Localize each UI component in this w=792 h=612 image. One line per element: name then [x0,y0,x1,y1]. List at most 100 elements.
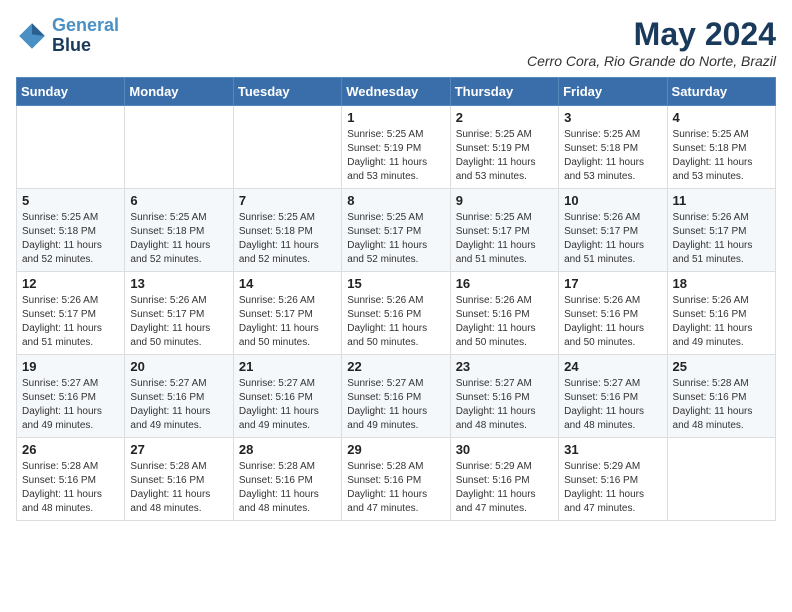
day-number: 25 [673,359,770,374]
cell-info: Sunrise: 5:25 AMSunset: 5:18 PMDaylight:… [673,128,770,184]
day-cell: 8 Sunrise: 5:25 AMSunset: 5:17 PMDaylight… [342,189,450,272]
logo-icon [16,20,48,52]
logo-text: General Blue [52,16,119,56]
day-cell: 26 Sunrise: 5:28 AMSunset: 5:16 PMDayligh… [17,438,125,521]
day-cell: 12 Sunrise: 5:26 AMSunset: 5:17 PMDayligh… [17,272,125,355]
cell-info: Sunrise: 5:25 AMSunset: 5:18 PMDaylight:… [130,211,227,267]
day-cell: 21Sunrise: 5:27 AMSunset: 5:16 PMDayligh… [233,355,341,438]
day-number: 11 [673,193,770,208]
cell-info: Sunrise: 5:25 AMSunset: 5:17 PMDaylight:… [456,211,553,267]
day-number: 16 [456,276,553,291]
day-cell: 15Sunrise: 5:26 AMSunset: 5:16 PMDayligh… [342,272,450,355]
month-title: May 2024 [527,16,776,53]
day-number: 18 [673,276,770,291]
day-cell [17,106,125,189]
day-cell: 10Sunrise: 5:26 AMSunset: 5:17 PMDayligh… [559,189,667,272]
day-cell: 1 Sunrise: 5:25 AMSunset: 5:19 PMDaylight… [342,106,450,189]
day-cell: 14 Sunrise: 5:26 AMSunset: 5:17 PMDayligh… [233,272,341,355]
cell-info: Sunrise: 5:28 AMSunset: 5:16 PMDaylight:… [130,460,227,516]
day-number: 8 [347,193,444,208]
cell-info: Sunrise: 5:26 AMSunset: 5:17 PMDaylight:… [239,294,336,350]
day-number: 19 [22,359,119,374]
day-cell: 4 Sunrise: 5:25 AMSunset: 5:18 PMDaylight… [667,106,775,189]
day-cell: 17Sunrise: 5:26 AMSunset: 5:16 PMDayligh… [559,272,667,355]
logo: General Blue [16,16,119,56]
day-cell: 5 Sunrise: 5:25 AMSunset: 5:18 PMDaylight… [17,189,125,272]
week-row-4: 19 Sunrise: 5:27 AMSunset: 5:16 PMDayligh… [17,355,776,438]
cell-info: Sunrise: 5:27 AMSunset: 5:16 PMDaylight:… [130,377,227,433]
cell-info: Sunrise: 5:26 AMSunset: 5:17 PMDaylight:… [130,294,227,350]
day-number: 3 [564,110,661,125]
cell-info: Sunrise: 5:28 AMSunset: 5:16 PMDaylight:… [22,460,119,516]
cell-info: Sunrise: 5:26 AMSunset: 5:17 PMDaylight:… [673,211,770,267]
day-cell: 23 Sunrise: 5:27 AMSunset: 5:16 PMDayligh… [450,355,558,438]
weekday-header-wednesday: Wednesday [342,78,450,106]
day-number: 22 [347,359,444,374]
week-row-3: 12 Sunrise: 5:26 AMSunset: 5:17 PMDayligh… [17,272,776,355]
cell-info: Sunrise: 5:25 AMSunset: 5:18 PMDaylight:… [239,211,336,267]
cell-info: Sunrise: 5:27 AMSunset: 5:16 PMDaylight:… [239,377,336,433]
cell-info: Sunrise: 5:28 AMSunset: 5:16 PMDaylight:… [347,460,444,516]
day-cell: 3Sunrise: 5:25 AMSunset: 5:18 PMDaylight… [559,106,667,189]
day-cell: 29 Sunrise: 5:28 AMSunset: 5:16 PMDayligh… [342,438,450,521]
weekday-header-thursday: Thursday [450,78,558,106]
day-cell [667,438,775,521]
day-cell [125,106,233,189]
day-cell: 9 Sunrise: 5:25 AMSunset: 5:17 PMDaylight… [450,189,558,272]
day-number: 23 [456,359,553,374]
day-cell: 19 Sunrise: 5:27 AMSunset: 5:16 PMDayligh… [17,355,125,438]
cell-info: Sunrise: 5:27 AMSunset: 5:16 PMDaylight:… [347,377,444,433]
day-number: 29 [347,442,444,457]
weekday-header-tuesday: Tuesday [233,78,341,106]
cell-info: Sunrise: 5:26 AMSunset: 5:17 PMDaylight:… [22,294,119,350]
week-row-1: 1 Sunrise: 5:25 AMSunset: 5:19 PMDaylight… [17,106,776,189]
day-cell: 13 Sunrise: 5:26 AMSunset: 5:17 PMDayligh… [125,272,233,355]
day-number: 10 [564,193,661,208]
day-cell: 22 Sunrise: 5:27 AMSunset: 5:16 PMDayligh… [342,355,450,438]
day-number: 9 [456,193,553,208]
cell-info: Sunrise: 5:25 AMSunset: 5:19 PMDaylight:… [456,128,553,184]
day-number: 31 [564,442,661,457]
header: General Blue May 2024 Cerro Cora, Rio Gr… [16,16,776,69]
day-number: 27 [130,442,227,457]
day-cell: 20Sunrise: 5:27 AMSunset: 5:16 PMDayligh… [125,355,233,438]
cell-info: Sunrise: 5:27 AMSunset: 5:16 PMDaylight:… [22,377,119,433]
cell-info: Sunrise: 5:27 AMSunset: 5:16 PMDaylight:… [564,377,661,433]
day-number: 26 [22,442,119,457]
cell-info: Sunrise: 5:26 AMSunset: 5:16 PMDaylight:… [456,294,553,350]
cell-info: Sunrise: 5:26 AMSunset: 5:16 PMDaylight:… [564,294,661,350]
title-area: May 2024 Cerro Cora, Rio Grande do Norte… [527,16,776,69]
day-cell: 11 Sunrise: 5:26 AMSunset: 5:17 PMDayligh… [667,189,775,272]
day-number: 5 [22,193,119,208]
day-number: 30 [456,442,553,457]
day-number: 4 [673,110,770,125]
day-cell: 16 Sunrise: 5:26 AMSunset: 5:16 PMDayligh… [450,272,558,355]
day-number: 14 [239,276,336,291]
day-cell: 24 Sunrise: 5:27 AMSunset: 5:16 PMDayligh… [559,355,667,438]
day-cell: 30Sunrise: 5:29 AMSunset: 5:16 PMDayligh… [450,438,558,521]
day-cell: 2 Sunrise: 5:25 AMSunset: 5:19 PMDaylight… [450,106,558,189]
day-number: 6 [130,193,227,208]
location-title: Cerro Cora, Rio Grande do Norte, Brazil [527,53,776,69]
cell-info: Sunrise: 5:29 AMSunset: 5:16 PMDaylight:… [564,460,661,516]
cell-info: Sunrise: 5:25 AMSunset: 5:19 PMDaylight:… [347,128,444,184]
day-cell: 6 Sunrise: 5:25 AMSunset: 5:18 PMDaylight… [125,189,233,272]
weekday-header-row: SundayMondayTuesdayWednesdayThursdayFrid… [17,78,776,106]
cell-info: Sunrise: 5:28 AMSunset: 5:16 PMDaylight:… [673,377,770,433]
day-cell: 28Sunrise: 5:28 AMSunset: 5:16 PMDayligh… [233,438,341,521]
day-cell: 25 Sunrise: 5:28 AMSunset: 5:16 PMDayligh… [667,355,775,438]
cell-info: Sunrise: 5:25 AMSunset: 5:17 PMDaylight:… [347,211,444,267]
weekday-header-friday: Friday [559,78,667,106]
week-row-5: 26 Sunrise: 5:28 AMSunset: 5:16 PMDayligh… [17,438,776,521]
day-number: 2 [456,110,553,125]
day-number: 13 [130,276,227,291]
day-number: 1 [347,110,444,125]
cell-info: Sunrise: 5:28 AMSunset: 5:16 PMDaylight:… [239,460,336,516]
weekday-header-monday: Monday [125,78,233,106]
day-number: 24 [564,359,661,374]
day-number: 12 [22,276,119,291]
day-number: 7 [239,193,336,208]
day-cell: 27 Sunrise: 5:28 AMSunset: 5:16 PMDayligh… [125,438,233,521]
cell-info: Sunrise: 5:27 AMSunset: 5:16 PMDaylight:… [456,377,553,433]
cell-info: Sunrise: 5:25 AMSunset: 5:18 PMDaylight:… [22,211,119,267]
